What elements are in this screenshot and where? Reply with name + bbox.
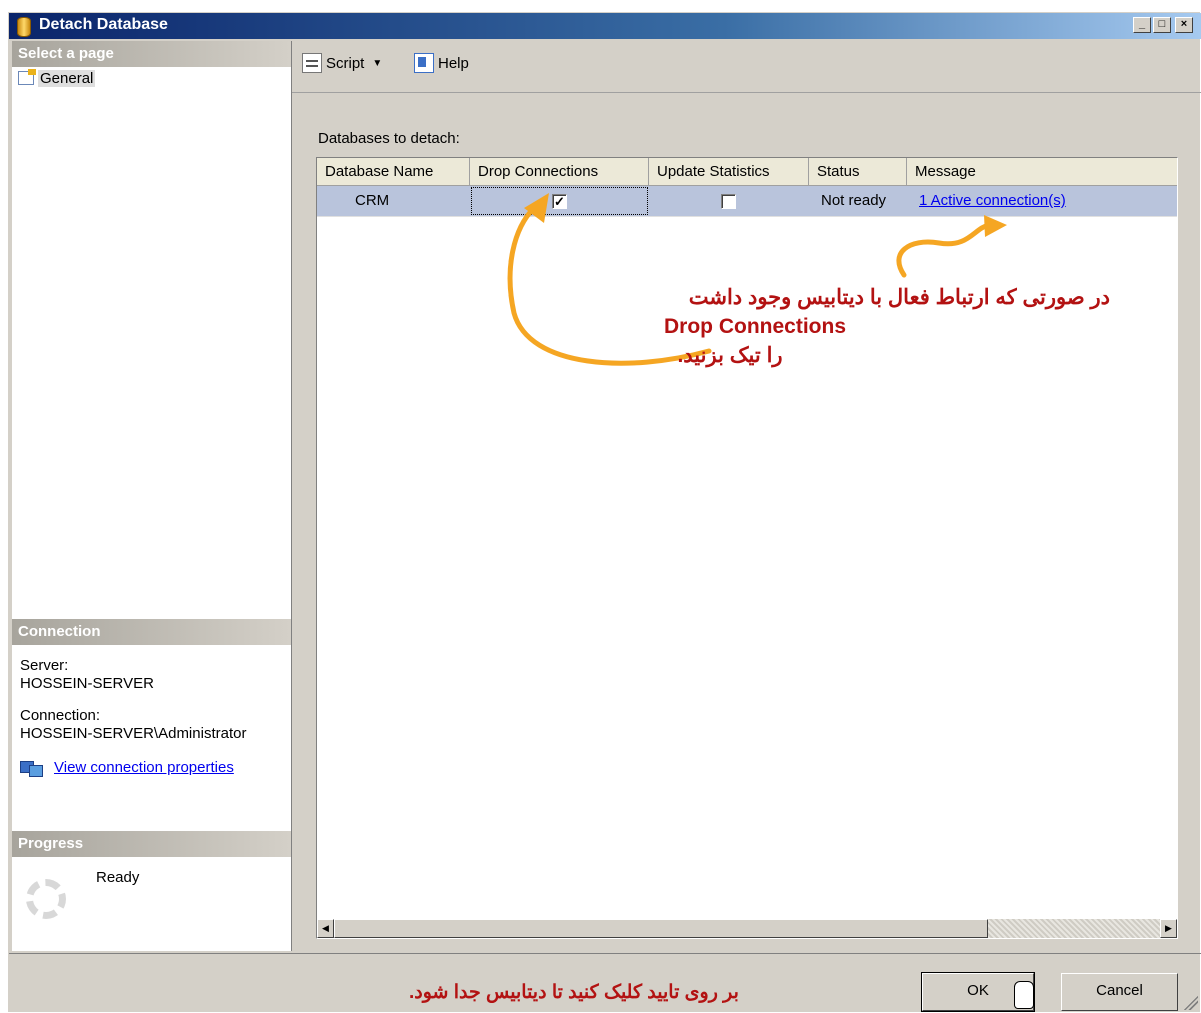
detach-database-window: Detach Database _ □ × Select a page Gene… [8, 12, 1201, 1012]
footer-hint: بر روی تایید کلیک کنید تا دیتابیس جدا شو… [409, 982, 739, 1003]
annotation-text: در صورتی که ارتباط فعال با دیتابیس وجود … [410, 283, 1110, 370]
cursor-hand-icon [1014, 981, 1034, 1009]
footer-divider [9, 953, 1201, 954]
annotation-line1: در صورتی که ارتباط فعال با دیتابیس وجود … [688, 286, 1110, 309]
annotation-line3: را تیک بزنید. [677, 344, 783, 367]
resize-grip-icon[interactable] [1182, 994, 1198, 1010]
annotation-line2: Drop Connections [664, 315, 846, 338]
annotation-arrows [507, 193, 1007, 366]
cancel-button[interactable]: Cancel [1061, 973, 1178, 1011]
